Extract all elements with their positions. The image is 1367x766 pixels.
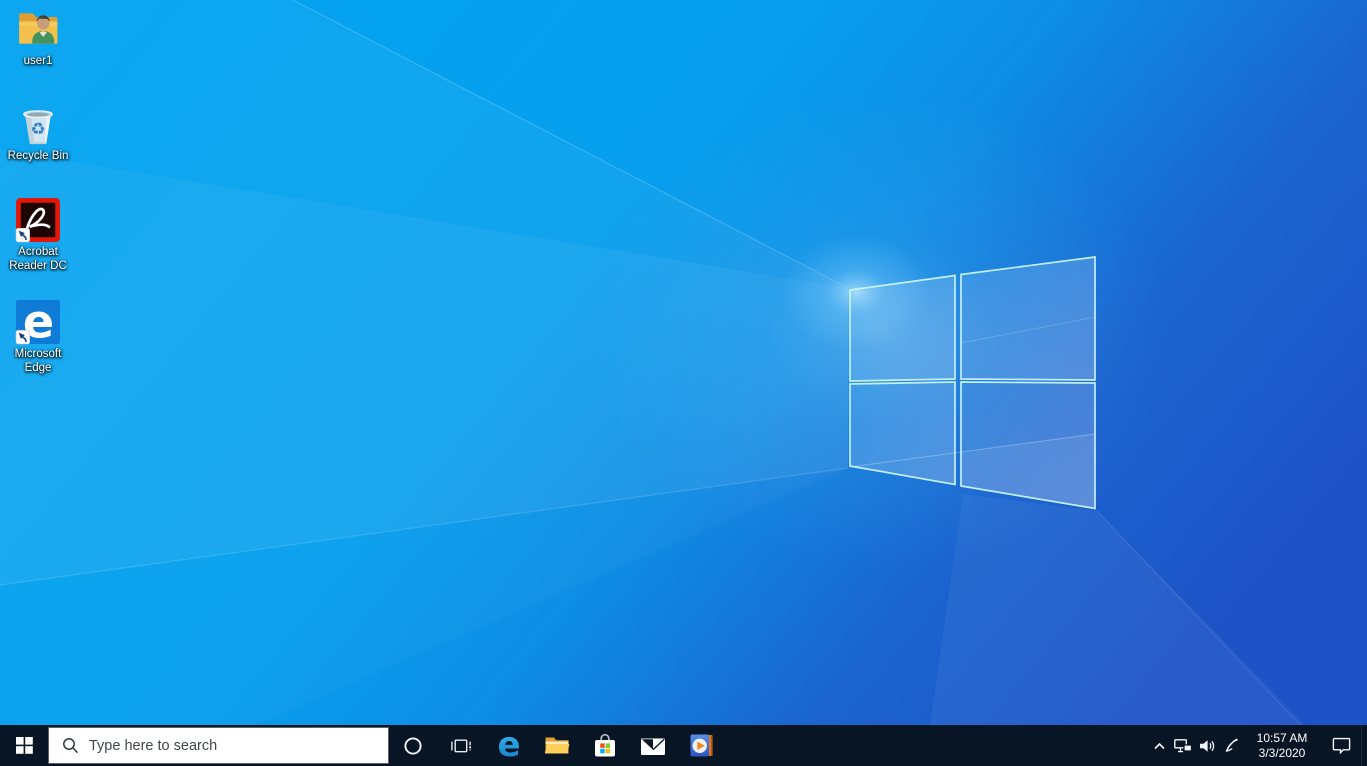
wallpaper	[0, 0, 1367, 725]
system-tray: 10:57 AM 3/3/2020	[1147, 725, 1367, 766]
search-input[interactable]	[89, 728, 388, 763]
clock-time: 10:57 AM	[1256, 730, 1308, 745]
recycle-bin-icon: ♻	[23, 110, 53, 145]
desktop-icon-label: Acrobat Reader DC	[9, 246, 67, 272]
taskbar-button-file-explorer[interactable]	[533, 725, 581, 766]
edge-e-icon: e	[497, 731, 520, 761]
tray-action-center[interactable]	[1321, 725, 1361, 766]
file-explorer-folder-icon	[544, 737, 570, 754]
svg-text:e: e	[497, 731, 520, 761]
desktop-icon-user1[interactable]: user1	[0, 6, 76, 68]
shortcut-arrow-overlay	[15, 330, 30, 345]
microsoft-store-bag-icon	[595, 733, 615, 756]
windows-start-icon	[15, 737, 33, 754]
tray-show-hidden-icons[interactable]	[1147, 725, 1171, 766]
mail-envelope-icon	[641, 738, 665, 755]
taskbar-button-mail[interactable]	[629, 725, 677, 766]
edge-icon: e	[15, 299, 60, 345]
desktop-icon-label: Recycle Bin	[7, 150, 69, 162]
show-desktop-button[interactable]	[1361, 725, 1367, 766]
clock-date: 3/3/2020	[1258, 745, 1306, 760]
desktop[interactable]: user1 ♻ Recycle Bin Acrobat Reader DC e …	[0, 0, 1367, 725]
pen-ink-icon	[1225, 738, 1238, 752]
task-view-icon	[451, 739, 472, 752]
action-center-icon	[1332, 737, 1350, 754]
taskbar-button-edge[interactable]: e	[485, 725, 533, 766]
network-icon	[1174, 738, 1192, 752]
taskbar-button-store[interactable]	[581, 725, 629, 766]
windows-media-player-icon	[690, 734, 713, 757]
tray-clock[interactable]: 10:57 AM 3/3/2020	[1246, 731, 1318, 761]
search-icon	[63, 738, 79, 754]
windows-desktop-screen: user1 ♻ Recycle Bin Acrobat Reader DC e …	[0, 0, 1367, 766]
desktop-icon-label: Microsoft Edge	[14, 348, 62, 374]
svg-text:♻: ♻	[31, 118, 46, 138]
volume-icon	[1199, 739, 1214, 752]
desktop-icon-recycle-bin[interactable]: ♻ Recycle Bin	[0, 101, 76, 163]
taskbar-search-box[interactable]	[48, 727, 389, 764]
tray-volume[interactable]	[1195, 725, 1219, 766]
desktop-icon-acrobat-reader[interactable]: Acrobat Reader DC	[0, 197, 76, 273]
taskbar-button-task-view[interactable]	[437, 725, 485, 766]
tray-network[interactable]	[1171, 725, 1195, 766]
shortcut-arrow-overlay	[15, 228, 30, 243]
desktop-icon-microsoft-edge[interactable]: e Microsoft Edge	[0, 299, 76, 375]
start-button[interactable]	[0, 725, 48, 766]
desktop-icon-label: user1	[23, 55, 53, 67]
user-folder-icon	[19, 13, 58, 44]
chevron-up-icon	[1153, 742, 1165, 749]
tray-windows-ink[interactable]	[1219, 725, 1243, 766]
taskbar-button-cortana[interactable]	[389, 725, 437, 766]
taskbar: e	[0, 725, 1367, 766]
acrobat-reader-icon	[15, 198, 60, 243]
taskbar-button-media-player[interactable]	[677, 725, 725, 766]
cortana-circle-icon	[404, 736, 422, 755]
